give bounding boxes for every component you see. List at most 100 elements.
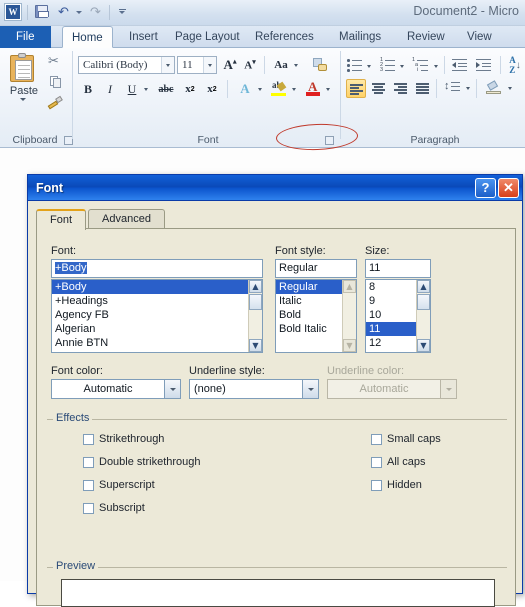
decrease-indent-icon[interactable] (452, 58, 468, 72)
font-list-scrollbar[interactable]: ▲ ▼ (248, 280, 262, 352)
redo-arrow-icon[interactable]: ↷ (86, 3, 104, 21)
font-style-list[interactable]: Regular Italic Bold Bold Italic ▲ ▼ (275, 279, 357, 353)
undo-arrow-icon[interactable]: ↶ (54, 3, 72, 21)
checkbox-hidden[interactable]: Hidden (371, 479, 422, 491)
list-item[interactable]: +Headings (52, 294, 262, 308)
close-icon[interactable]: ✕ (498, 177, 519, 198)
align-right-icon[interactable] (390, 79, 410, 98)
scroll-up-icon[interactable]: ▲ (249, 280, 262, 293)
scroll-thumb[interactable] (417, 294, 430, 310)
numbered-list-icon[interactable]: 1 2 3 (380, 57, 396, 73)
size-list[interactable]: 8 9 10 11 12 ▲ ▼ (365, 279, 431, 353)
scroll-down-icon[interactable]: ▼ (417, 339, 430, 352)
chevron-down-icon[interactable] (164, 380, 180, 398)
checkbox-box[interactable] (83, 456, 94, 468)
tab-view[interactable]: View (458, 26, 501, 48)
list-item[interactable]: Agency FB (52, 308, 262, 322)
undo-dropdown-icon[interactable] (75, 10, 83, 14)
font-style-scrollbar[interactable]: ▲ ▼ (342, 280, 356, 352)
word-logo-icon[interactable]: W (4, 3, 22, 21)
change-case-dropdown-icon[interactable] (292, 58, 300, 72)
sort-icon[interactable]: AZ ↓ (506, 55, 524, 75)
change-case-icon[interactable]: Aa (270, 56, 292, 74)
font-size-combo[interactable]: 11 (177, 56, 217, 74)
tab-font[interactable]: Font (36, 209, 87, 230)
paste-dropdown-icon[interactable] (20, 98, 26, 101)
scroll-up-icon[interactable]: ▲ (417, 280, 430, 293)
underline-style-dropdown[interactable]: (none) (189, 379, 319, 399)
checkbox-box[interactable] (371, 433, 382, 445)
align-left-icon[interactable] (346, 79, 366, 98)
tab-review[interactable]: Review (398, 26, 454, 48)
font-color-dropdown-icon[interactable] (324, 82, 332, 96)
clear-formatting-icon[interactable] (310, 55, 330, 75)
grow-font-icon[interactable]: A▴ (220, 56, 240, 74)
checkbox-box[interactable] (83, 479, 94, 491)
bullets-dropdown-icon[interactable] (365, 60, 373, 72)
font-color-dropdown[interactable]: Automatic (51, 379, 181, 399)
subscript-icon[interactable]: x2 (180, 80, 200, 98)
font-color-icon[interactable]: A (302, 79, 324, 98)
tab-page-layout[interactable]: Page Layout (166, 26, 249, 48)
scissors-icon[interactable]: ✂ (46, 54, 64, 70)
underline-icon[interactable]: U (122, 80, 142, 98)
increase-indent-icon[interactable] (476, 58, 492, 72)
scroll-down-icon[interactable]: ▼ (343, 339, 356, 352)
tab-mailings[interactable]: Mailings (330, 26, 390, 48)
tab-advanced[interactable]: Advanced (88, 209, 165, 229)
checkbox-superscript[interactable]: Superscript (83, 479, 155, 491)
text-effects-icon[interactable]: A (234, 80, 256, 98)
shading-dropdown-icon[interactable] (506, 82, 514, 94)
highlight-dropdown-icon[interactable] (290, 82, 298, 96)
chevron-down-icon[interactable] (302, 380, 318, 398)
customize-qat-icon[interactable] (115, 4, 129, 20)
checkbox-box[interactable] (83, 433, 94, 445)
paste-button-label[interactable]: Paste (5, 85, 43, 97)
bullet-list-icon[interactable] (347, 58, 363, 72)
line-spacing-icon[interactable]: ↕ (444, 81, 462, 95)
checkbox-box[interactable] (83, 502, 94, 514)
strikethrough-icon[interactable]: abc (154, 80, 178, 98)
shading-icon[interactable] (484, 79, 504, 98)
save-icon[interactable] (33, 3, 51, 21)
checkbox-small-caps[interactable]: Small caps (371, 433, 441, 445)
text-effects-dropdown-icon[interactable] (256, 82, 264, 96)
paste-icon[interactable] (10, 53, 36, 83)
checkbox-strikethrough[interactable]: Strikethrough (83, 433, 164, 445)
font-style-input[interactable]: Regular (275, 259, 357, 278)
superscript-icon[interactable]: x2 (202, 80, 222, 98)
justify-icon[interactable] (412, 79, 432, 98)
tab-references[interactable]: References (246, 26, 323, 48)
tab-file[interactable]: File (0, 26, 51, 48)
list-item[interactable]: Algerian (52, 322, 262, 336)
multilevel-dropdown-icon[interactable] (432, 60, 440, 72)
font-name-input[interactable]: +Body (51, 259, 263, 278)
checkbox-subscript[interactable]: Subscript (83, 502, 145, 514)
list-item[interactable]: +Body (52, 280, 262, 294)
multilevel-list-icon[interactable]: 1 a i (412, 57, 430, 73)
font-size-input[interactable]: 11 (365, 259, 431, 278)
tab-home[interactable]: Home (62, 26, 113, 48)
copy-icon[interactable] (46, 74, 64, 90)
scroll-up-icon[interactable]: ▲ (343, 280, 356, 293)
size-list-scrollbar[interactable]: ▲ ▼ (416, 280, 430, 352)
checkbox-box[interactable] (371, 456, 382, 468)
highlight-icon[interactable]: ab (268, 80, 290, 98)
list-item[interactable]: Annie BTN (52, 336, 262, 350)
tab-insert[interactable]: Insert (120, 26, 167, 48)
help-icon[interactable]: ? (475, 177, 496, 198)
italic-icon[interactable]: I (100, 80, 120, 98)
format-painter-icon[interactable] (46, 94, 64, 110)
line-spacing-dropdown-icon[interactable] (464, 82, 472, 94)
align-center-icon[interactable] (368, 79, 388, 98)
checkbox-box[interactable] (371, 479, 382, 491)
checkbox-double-strikethrough[interactable]: Double strikethrough (83, 456, 201, 468)
checkbox-all-caps[interactable]: All caps (371, 456, 426, 468)
scroll-thumb[interactable] (249, 294, 262, 310)
numbering-dropdown-icon[interactable] (398, 60, 406, 72)
shrink-font-icon[interactable]: A▾ (240, 56, 260, 74)
underline-dropdown-icon[interactable] (142, 82, 150, 96)
font-list[interactable]: +Body +Headings Agency FB Algerian Annie… (51, 279, 263, 353)
bold-icon[interactable]: B (78, 80, 98, 98)
font-name-combo[interactable]: Calibri (Body) (78, 56, 175, 74)
